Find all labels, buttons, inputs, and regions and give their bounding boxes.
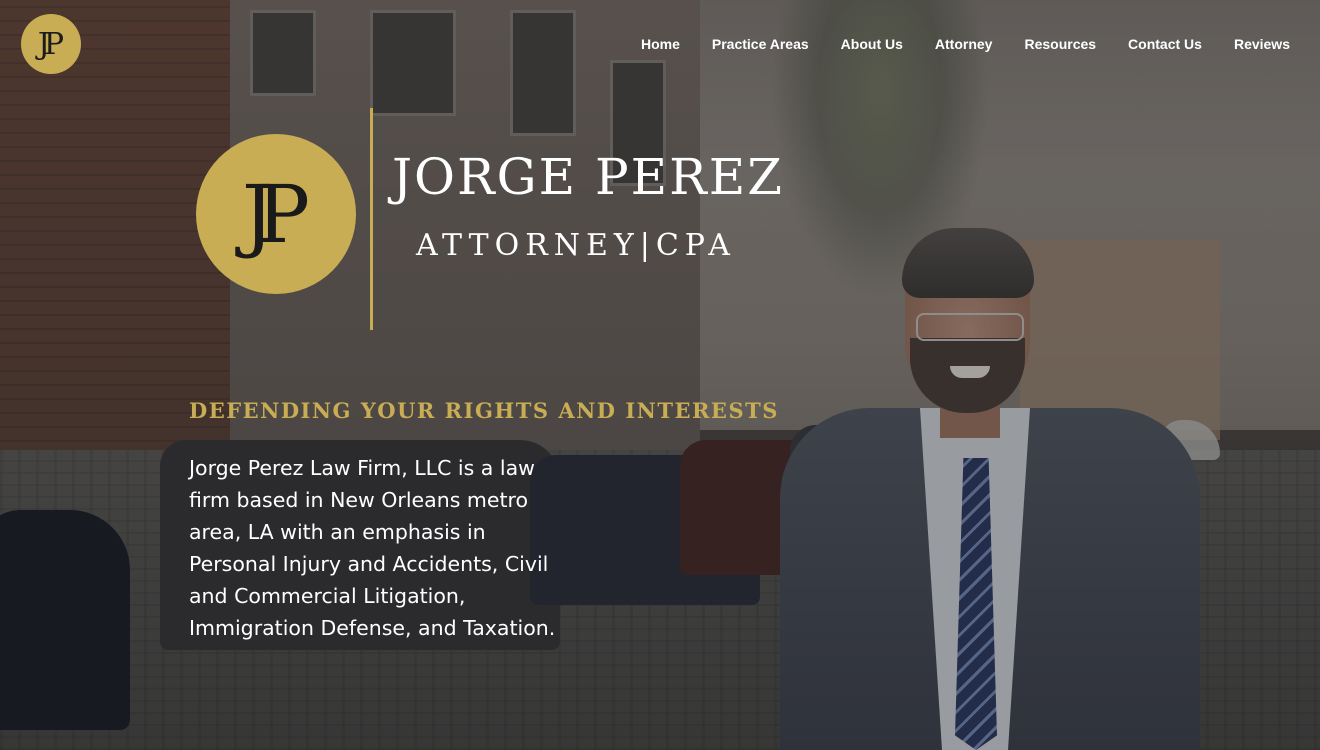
brand-name: JORGE PEREZ: [392, 148, 785, 206]
nav-attorney[interactable]: Attorney: [935, 36, 993, 52]
brand-subtitle: ATTORNEY|CPA: [416, 228, 736, 263]
brand-logo: JP JORGE PEREZ ATTORNEY|CPA: [196, 108, 796, 333]
nav-about-us[interactable]: About Us: [841, 36, 903, 52]
nav-home[interactable]: Home: [641, 36, 680, 52]
nav-reviews[interactable]: Reviews: [1234, 36, 1290, 52]
logo-monogram: JP: [37, 26, 64, 62]
hero-description: Jorge Perez Law Firm, LLC is a law firm …: [189, 456, 556, 640]
brand-divider: [370, 108, 373, 330]
main-navigation: Home Practice Areas About Us Attorney Re…: [610, 36, 1290, 52]
hero-tagline: DEFENDING YOUR RIGHTS AND INTERESTS: [189, 398, 779, 423]
brand-emblem: JP: [196, 134, 356, 294]
site-logo[interactable]: JP: [21, 14, 81, 74]
brand-monogram: JP: [242, 167, 310, 261]
nav-resources[interactable]: Resources: [1024, 36, 1096, 52]
nav-contact-us[interactable]: Contact Us: [1128, 36, 1202, 52]
nav-practice-areas[interactable]: Practice Areas: [712, 36, 809, 52]
